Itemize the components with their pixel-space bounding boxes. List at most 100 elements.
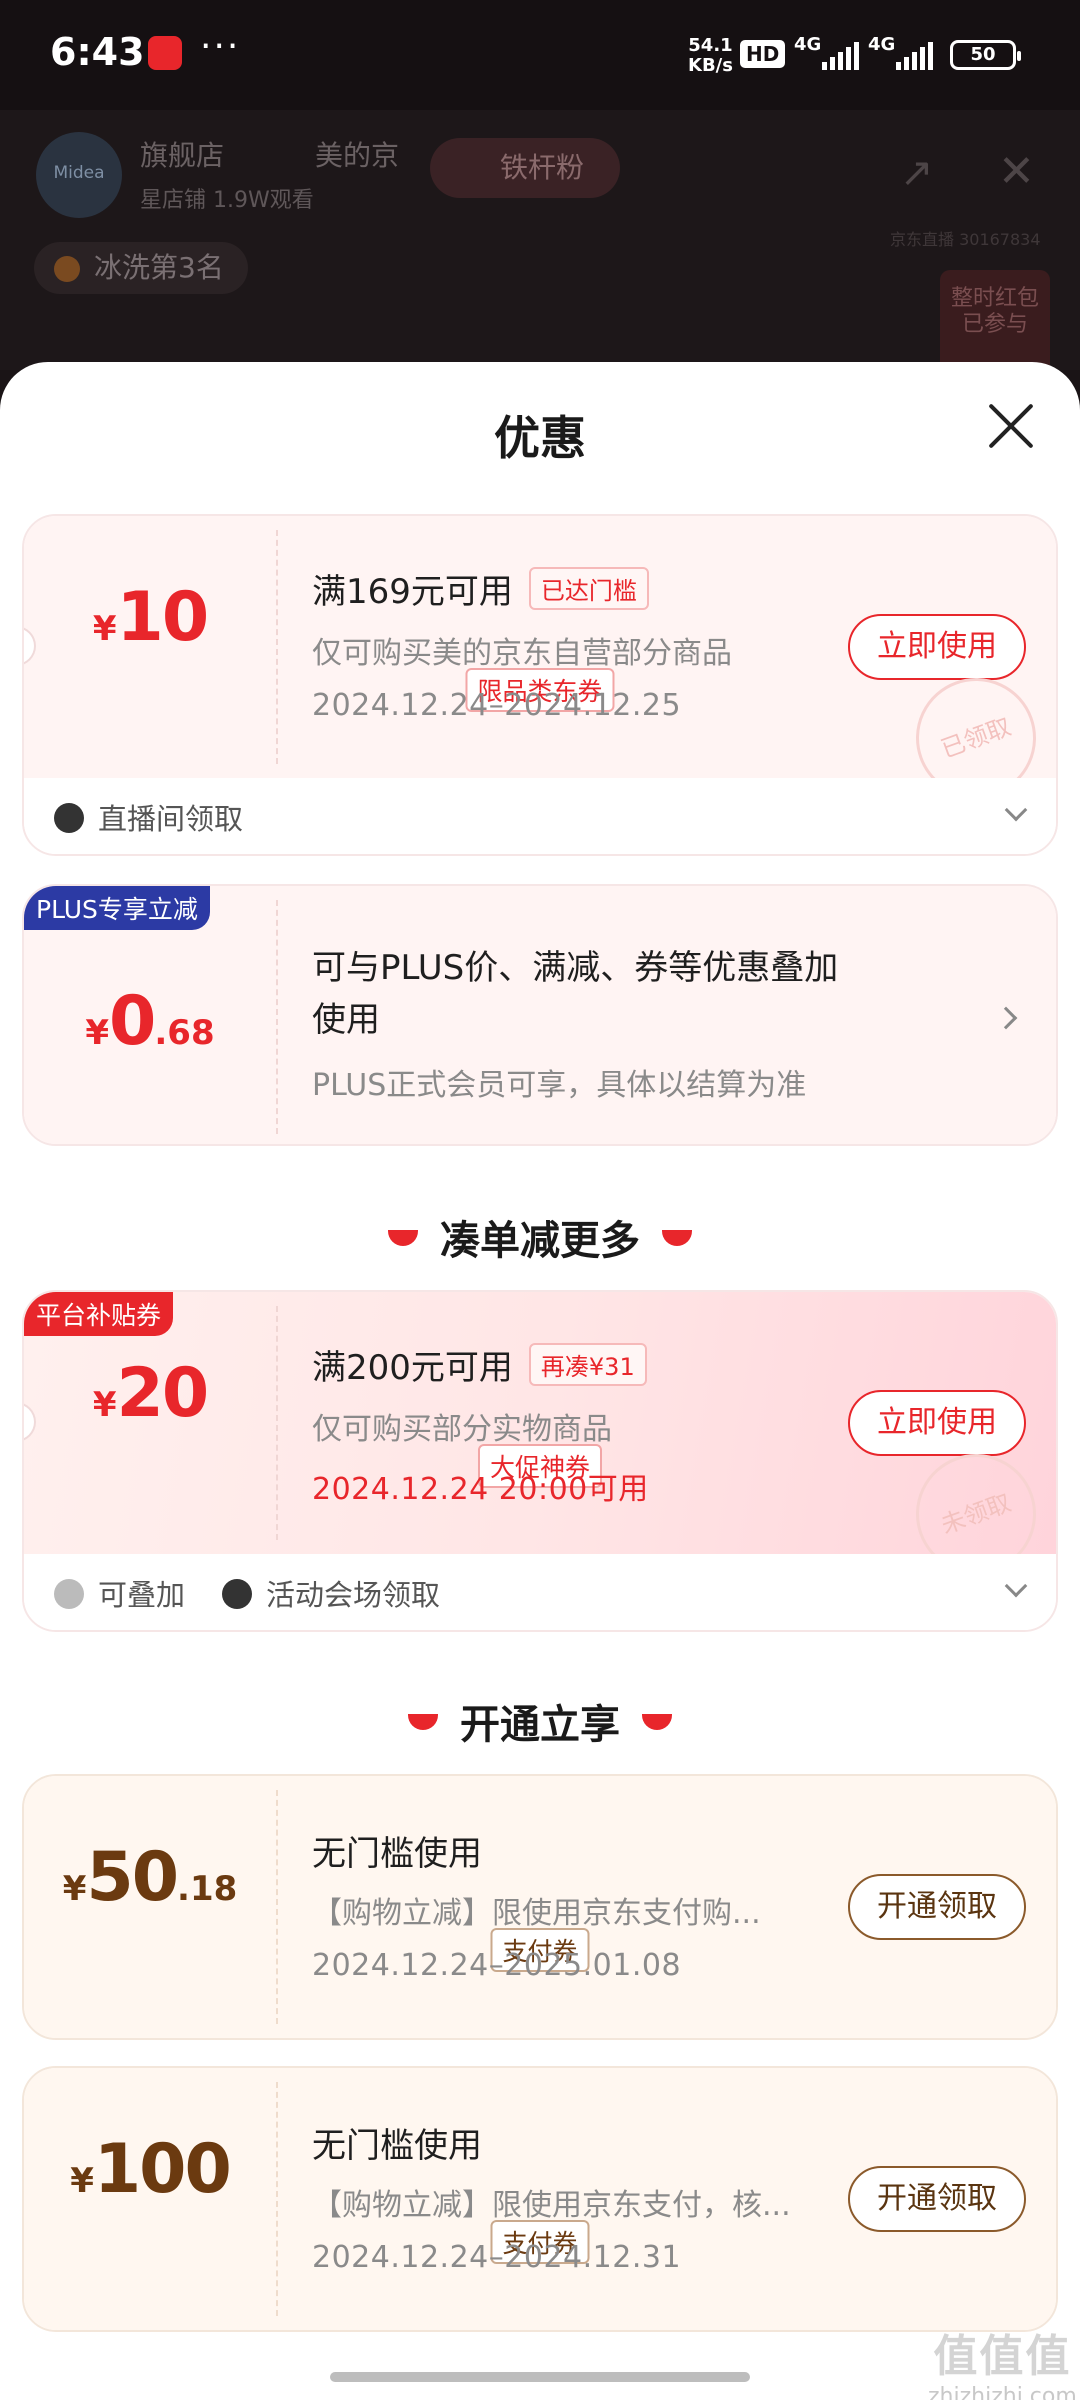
site-watermark: 值值值 zhizhizhi.com (928, 2320, 1077, 2400)
section-title-open: 开通立享 (0, 1692, 1080, 1750)
smile-icon (388, 1230, 418, 1246)
plus-badge: PLUS专享立减 (24, 886, 210, 930)
section-title-more: 凑单减更多 (0, 1208, 1080, 1266)
venue-icon (222, 1579, 252, 1609)
plus-title: 可与PLUS价、满减、券等优惠叠加使用 (312, 948, 839, 1040)
store-type: 星店铺 (140, 188, 207, 213)
coupon-condition: 无门槛使用 (312, 1834, 482, 1874)
red-packet-status: 已参与 (961, 312, 1028, 337)
activate-claim-button[interactable]: 开通领取 (848, 2166, 1026, 2232)
smile-icon (662, 1230, 692, 1246)
rank-badge[interactable]: 冰洗第3名 (34, 242, 248, 294)
store-name-secondary: 美的京 (315, 139, 400, 172)
amount-int: 50 (86, 1838, 179, 1917)
viewer-count: 星店铺 1.9W观看 (140, 182, 314, 214)
status-time: 6:43 (50, 30, 145, 74)
stack-icon (54, 1579, 84, 1609)
red-packet-label: 整时红包 (950, 286, 1039, 311)
coupon-amount: ¥50.18 (24, 1838, 276, 1917)
signal-label-1: 4G (794, 34, 822, 55)
coupon-source: 活动会场领取 (222, 1572, 440, 1614)
sheet-title: 优惠 (494, 411, 586, 465)
share-icon[interactable]: ↗ (900, 150, 934, 196)
discount-sheet: 优惠 ¥10 限品类东券 满169元可用 已达门槛 仅可购买美的京东自营部分商品 … (0, 362, 1080, 2400)
app-notification-icon (148, 36, 182, 70)
coupon-amount: ¥100 (24, 2130, 276, 2209)
currency-symbol: ¥ (92, 609, 117, 649)
source-text: 活动会场领取 (266, 1578, 441, 1612)
smile-icon (642, 1714, 672, 1730)
coupon-date: 2024.12.24–2024.12.25 (312, 688, 682, 723)
signal-bars-2-icon (896, 42, 933, 70)
use-now-button[interactable]: 立即使用 (848, 614, 1026, 680)
plus-subtitle: PLUS正式会员可享，具体以结算为准 (312, 1068, 807, 1103)
network-speed-unit: KB/s (688, 55, 733, 76)
store-logo[interactable]: Midea (36, 132, 122, 218)
coupon-condition: 无门槛使用 (312, 2126, 482, 2166)
coupon-body: ¥10 限品类东券 满169元可用 已达门槛 仅可购买美的京东自营部分商品 202… (24, 516, 1056, 815)
section-title-text: 凑单减更多 (440, 1218, 640, 1264)
coupon-source: 直播间领取 (54, 796, 243, 838)
threshold-tag: 已达门槛 (528, 567, 649, 610)
amount-dec: .68 (154, 1013, 215, 1053)
coupon-body: ¥100 支付券 无门槛使用 【购物立减】限使用京东支付，核... 2024.1… (24, 2068, 1056, 2330)
more-notifications-icon: ··· (200, 26, 241, 67)
close-icon[interactable] (985, 400, 1037, 452)
fans-button[interactable]: 铁杆粉 (430, 138, 620, 198)
watermark-logo: 值值值 (933, 2331, 1072, 2382)
coupon-desc: 【购物立减】限使用京东支付，核... (312, 2188, 791, 2223)
home-indicator[interactable] (330, 2372, 750, 2382)
network-speed-value: 54.1 (688, 35, 733, 56)
chevron-down-icon[interactable] (1004, 1574, 1028, 1598)
coupon-amount: ¥20 (24, 1354, 276, 1433)
pay-coupon-card: ¥100 支付券 无门槛使用 【购物立减】限使用京东支付，核... 2024.1… (22, 2066, 1058, 2332)
room-code: 京东直播 30167834 (890, 230, 1041, 249)
chevron-right-icon[interactable] (994, 1006, 1018, 1030)
status-bar: 6:43 ··· 54.1 KB/s HD 4G 4G 50 (0, 0, 1080, 110)
section-title-text: 开通立享 (460, 1702, 620, 1748)
source-text: 直播间领取 (98, 802, 244, 836)
activate-claim-button[interactable]: 开通领取 (848, 1874, 1026, 1940)
hd-voice-icon: HD (740, 40, 786, 68)
watermark-site: zhizhizhi.com (928, 2384, 1077, 2400)
chevron-down-icon[interactable] (1004, 798, 1028, 822)
pay-coupon-card: ¥50.18 支付券 无门槛使用 【购物立减】限使用京东支付购... 2024.… (22, 1774, 1058, 2040)
currency-symbol: ¥ (92, 1385, 117, 1425)
plus-amount: ¥0.68 (24, 982, 276, 1061)
amount-value: 100 (93, 2130, 232, 2209)
plus-body: PLUS专享立减 ¥0.68 可与PLUS价、满减、券等优惠叠加使用 PLUS正… (24, 886, 1056, 1144)
live-room-header: Midea 旗舰店 星店铺 1.9W观看 美的京 铁杆粉 ↗ ✕ 冰洗第3名 京… (0, 110, 1080, 380)
amount-value: 10 (116, 578, 210, 657)
close-live-icon[interactable]: ✕ (998, 146, 1035, 197)
coupon-desc: 【购物立减】限使用京东支付购... (312, 1896, 761, 1931)
coupon-date: 2024.12.24 20:00可用 (312, 1472, 649, 1507)
coupon-desc: 仅可购买部分实物商品 (312, 1412, 612, 1447)
amount-dec: .18 (177, 1869, 238, 1909)
coupon-stackable: 可叠加 (54, 1572, 185, 1614)
coupon-condition: 满169元可用 已达门槛 (312, 564, 649, 613)
condition-text: 满200元可用 (312, 1348, 513, 1388)
condition-text: 满169元可用 (312, 572, 513, 612)
plus-card[interactable]: PLUS专享立减 ¥0.68 可与PLUS价、满减、券等优惠叠加使用 PLUS正… (22, 884, 1058, 1146)
coupon-date: 2024.12.24–2025.01.08 (312, 1948, 682, 1983)
currency-symbol: ¥ (70, 2161, 94, 2201)
smile-icon (408, 1714, 438, 1730)
battery-icon: 50 (950, 40, 1021, 70)
network-speed: 54.1 KB/s (688, 36, 733, 76)
coupon-body: 平台补贴券 ¥20 大促神券 满200元可用 再凑¥31 仅可购买部分实物商品 2… (24, 1292, 1056, 1591)
currency-symbol: ¥ (85, 1013, 110, 1053)
amount-value: 20 (116, 1354, 210, 1433)
store-name[interactable]: 旗舰店 (140, 134, 224, 174)
coupon-amount: ¥10 (24, 578, 276, 657)
coupon-condition: 满200元可用 再凑¥31 (312, 1340, 647, 1389)
coupon-body: ¥50.18 支付券 无门槛使用 【购物立减】限使用京东支付购... 2024.… (24, 1776, 1056, 2038)
live-room-icon (54, 803, 84, 833)
currency-symbol: ¥ (62, 1869, 87, 1909)
amount-int: 0 (109, 982, 156, 1061)
coupon-footer[interactable]: 直播间领取 (24, 778, 1056, 854)
coupon-date: 2024.12.24–2024.12.31 (312, 2240, 682, 2275)
use-now-button[interactable]: 立即使用 (848, 1390, 1026, 1456)
coupon-desc: 仅可购买美的京东自营部分商品 (312, 636, 732, 671)
coupon-card: ¥10 限品类东券 满169元可用 已达门槛 仅可购买美的京东自营部分商品 202… (22, 514, 1058, 856)
coupon-footer[interactable]: 可叠加 活动会场领取 (24, 1554, 1056, 1630)
